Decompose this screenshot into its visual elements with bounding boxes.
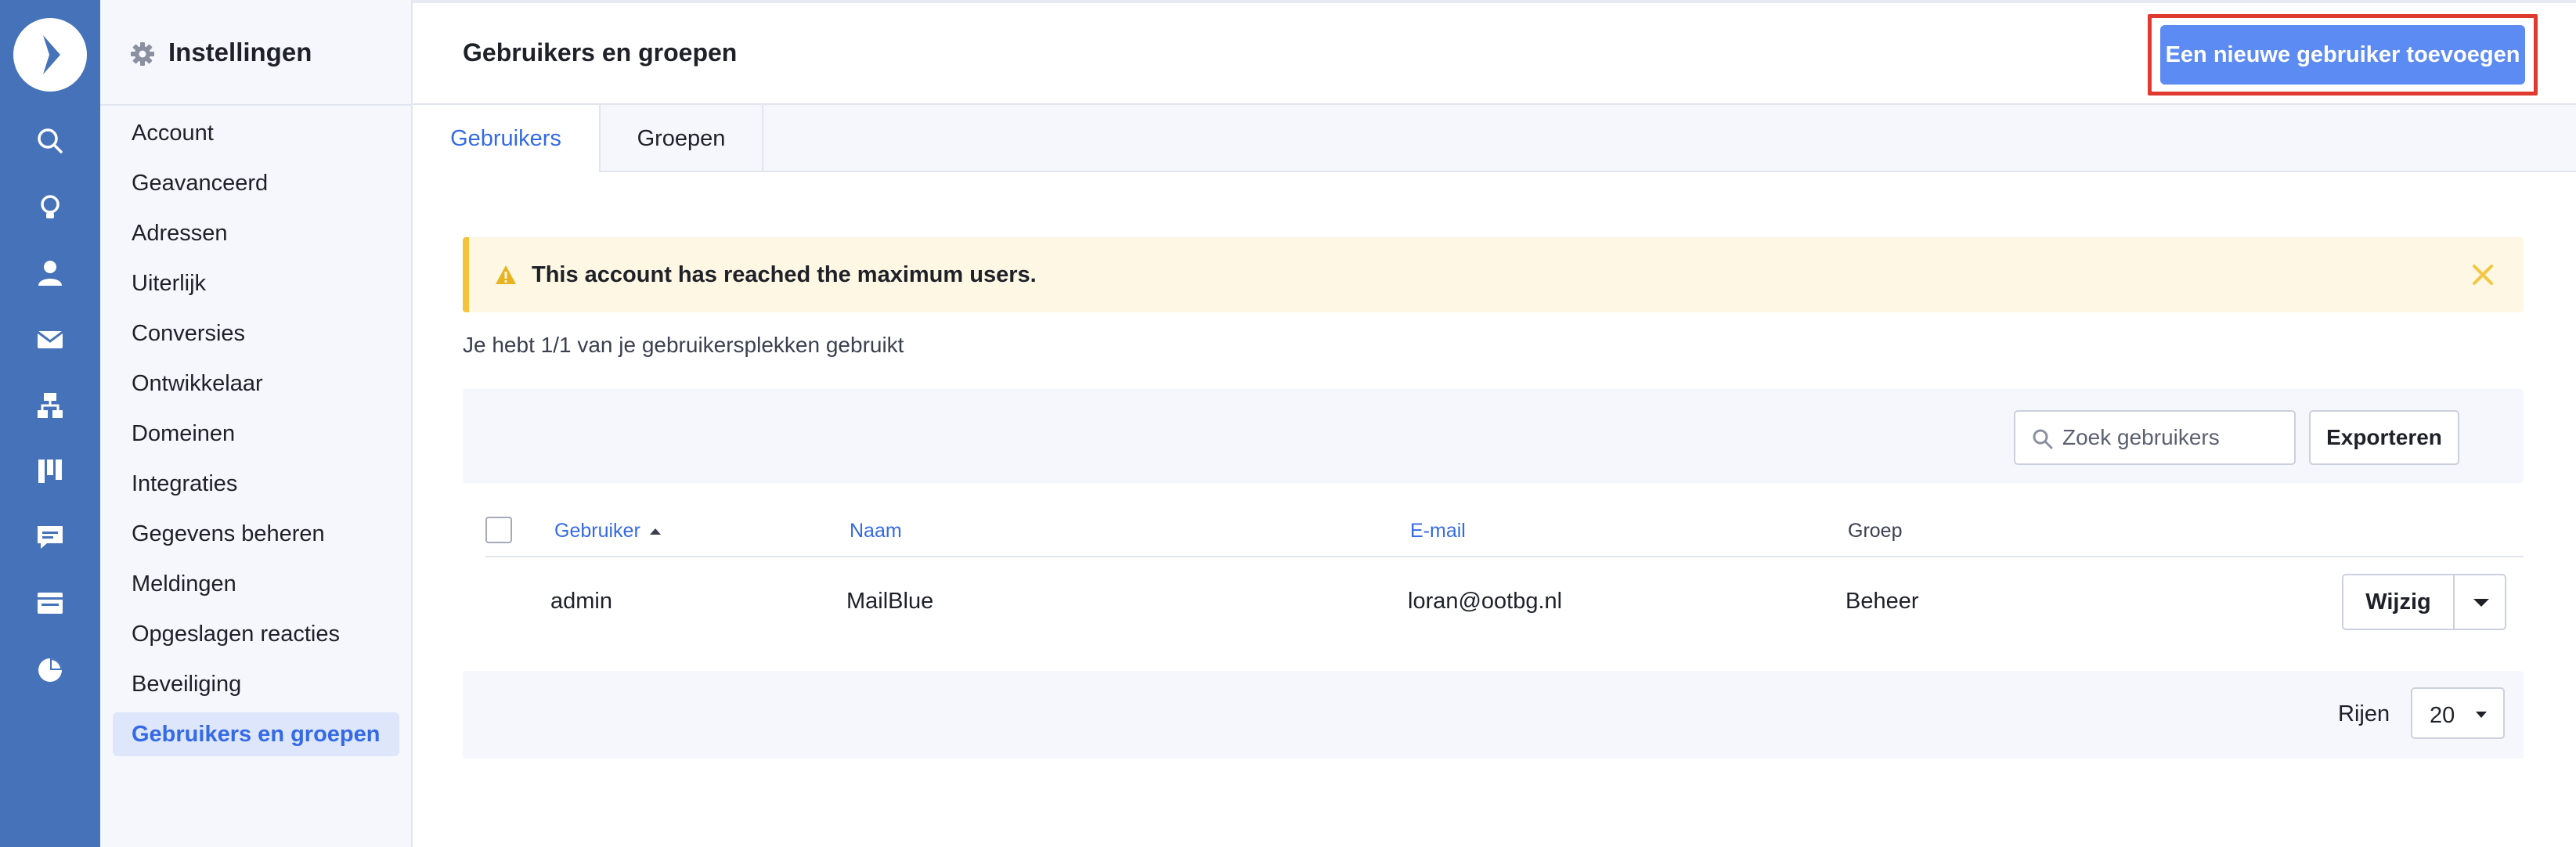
search-input[interactable] xyxy=(2061,420,2288,456)
usage-text: Je hebt 1/1 van je gebruikersplekken geb… xyxy=(463,333,904,357)
page-title: Gebruikers en groepen xyxy=(463,38,738,67)
header-divider xyxy=(485,556,2524,557)
search-box xyxy=(2014,410,2296,465)
person-icon[interactable] xyxy=(34,258,66,289)
edit-menu-toggle[interactable] xyxy=(2453,574,2506,630)
column-header-gebruiker[interactable]: Gebruiker xyxy=(554,520,640,542)
logo-icon[interactable] xyxy=(13,18,87,92)
sidebar-item-meldingen[interactable]: Meldingen xyxy=(113,562,399,606)
tab-bar: Gebruikers Groepen xyxy=(413,105,2576,174)
tab-gebruikers[interactable]: Gebruikers xyxy=(413,105,599,174)
sidebar-item-ontwikkelaar[interactable]: Ontwikkelaar xyxy=(113,362,399,405)
sidebar-item-conversies[interactable]: Conversies xyxy=(113,312,399,355)
column-header-email[interactable]: E-mail xyxy=(1410,520,1466,542)
cell-email: loran@ootbg.nl xyxy=(1408,589,1563,614)
export-button[interactable]: Exporteren xyxy=(2309,410,2459,465)
lightbulb-icon[interactable] xyxy=(34,192,66,223)
warning-icon xyxy=(496,265,516,284)
max-users-alert: This account has reached the maximum use… xyxy=(463,237,2524,312)
envelope-icon[interactable] xyxy=(34,324,66,355)
pie-chart-icon[interactable] xyxy=(34,654,66,685)
edit-button[interactable]: Wijzig xyxy=(2342,574,2455,630)
column-header-groep: Groep xyxy=(1848,520,1903,542)
sidebar-item-geavanceerd[interactable]: Geavanceerd xyxy=(113,161,399,205)
alert-message: This account has reached the maximum use… xyxy=(532,262,1037,287)
app-rail xyxy=(0,0,100,847)
tab-groepen[interactable]: Groepen xyxy=(599,105,763,172)
sidebar-item-account[interactable]: Account xyxy=(113,111,399,155)
main-content: Gebruikers en groepen Een nieuwe gebruik… xyxy=(413,0,2576,847)
chevron-down-icon xyxy=(2473,599,2489,607)
chat-icon[interactable] xyxy=(34,521,66,553)
sort-ascending-icon[interactable] xyxy=(649,528,662,535)
sidebar-item-gegevens-beheren[interactable]: Gegevens beheren xyxy=(113,512,399,556)
top-border xyxy=(413,0,2576,3)
gear-icon xyxy=(131,42,154,66)
rows-per-page-value: 20 xyxy=(2430,703,2455,728)
sitemap-icon[interactable] xyxy=(34,390,66,421)
search-icon xyxy=(2033,429,2053,449)
cell-user: admin xyxy=(550,589,612,614)
close-icon[interactable] xyxy=(2470,262,2495,287)
column-header-naam[interactable]: Naam xyxy=(850,520,902,542)
cell-name: MailBlue xyxy=(846,589,934,614)
sidebar-item-adressen[interactable]: Adressen xyxy=(113,211,399,255)
chevron-down-icon xyxy=(2476,712,2487,718)
add-user-button[interactable]: Een nieuwe gebruiker toevoegen xyxy=(2160,25,2525,85)
sidebar-item-uiterlijk[interactable]: Uiterlijk xyxy=(113,261,399,305)
cell-group: Beheer xyxy=(1845,589,1919,614)
sidebar-item-domeinen[interactable]: Domeinen xyxy=(113,412,399,456)
rows-per-page-label: Rijen xyxy=(2338,701,2390,726)
sidebar-item-beveiliging[interactable]: Beveiliging xyxy=(113,662,399,706)
select-all-checkbox[interactable] xyxy=(485,517,512,543)
rows-per-page-select[interactable]: 20 xyxy=(2411,687,2505,739)
sidebar-item-integraties[interactable]: Integraties xyxy=(113,462,399,506)
search-icon[interactable] xyxy=(34,125,66,157)
sidebar-title: Instellingen xyxy=(168,38,312,67)
sidebar-item-opgeslagen-reacties[interactable]: Opgeslagen reacties xyxy=(113,612,399,656)
sidebar-item-gebruikers-en-groepen[interactable]: Gebruikers en groepen xyxy=(113,712,399,756)
kanban-icon[interactable] xyxy=(34,456,66,487)
browser-icon[interactable] xyxy=(34,587,66,618)
sidebar-header: Instellingen xyxy=(100,0,411,106)
table-footer xyxy=(463,671,2524,759)
settings-sidebar: Instellingen Account Geavanceerd Adresse… xyxy=(100,0,413,847)
